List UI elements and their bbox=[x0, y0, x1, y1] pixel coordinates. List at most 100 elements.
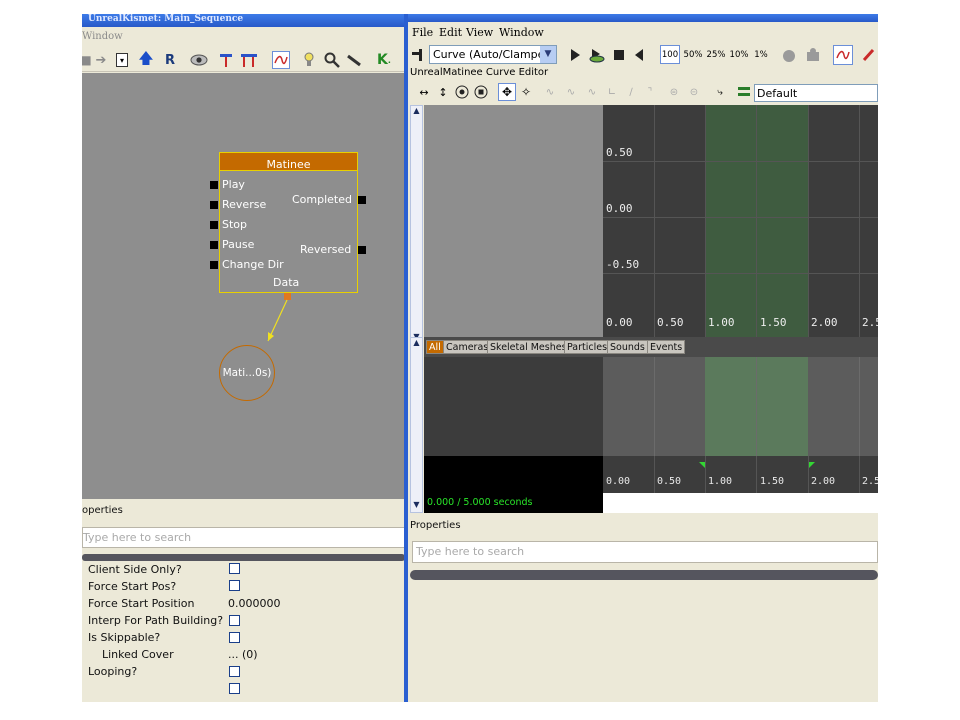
scroll-up-icon[interactable]: ▲ bbox=[411, 106, 422, 118]
reverse-icon[interactable] bbox=[632, 47, 646, 63]
parent-sequence-icon[interactable]: 🡅 bbox=[138, 49, 154, 68]
tab-cameras[interactable]: Cameras bbox=[443, 340, 492, 354]
x-tick-label: 0.50 bbox=[657, 316, 684, 329]
tangent-constant-icon[interactable]: ⌝ bbox=[642, 84, 658, 100]
timeline-ruler[interactable] bbox=[603, 456, 878, 493]
checkbox-force-start-pos[interactable] bbox=[229, 580, 240, 591]
straighten-tangents-icon[interactable]: ⊝ bbox=[686, 84, 702, 100]
curve-label-panel[interactable] bbox=[424, 105, 603, 345]
hide-connectors-icon[interactable] bbox=[218, 52, 234, 68]
play-icon[interactable] bbox=[568, 47, 582, 63]
kismet-canvas[interactable]: Matinee Play Reverse Stop Pause Change D… bbox=[82, 73, 405, 499]
y-tick-label: -0.50 bbox=[606, 258, 640, 271]
kismet-window: UnrealKismet: Main_Sequence Window ■ ➔ ▾… bbox=[82, 14, 405, 702]
arrow-right-icon[interactable]: ➔ bbox=[94, 52, 108, 68]
tab-sounds[interactable]: Sounds bbox=[607, 340, 648, 354]
zoom-icon[interactable] bbox=[324, 52, 340, 68]
matinee-properties-search[interactable]: Type here to search bbox=[412, 541, 878, 563]
search-tool-icon[interactable] bbox=[346, 52, 362, 68]
snap-icon[interactable] bbox=[780, 46, 798, 64]
checkbox-interp-for-path-building[interactable] bbox=[229, 615, 240, 626]
timeline-tick-label: 2.50 bbox=[862, 476, 878, 487]
menu-view[interactable]: View bbox=[466, 26, 493, 39]
speed-1-button[interactable]: 1% bbox=[751, 45, 771, 64]
show-connectors-icon[interactable] bbox=[240, 52, 258, 68]
matinee-data-variable[interactable]: Mati...0s) bbox=[219, 345, 275, 401]
curve-scrollbar[interactable]: ▲ ▼ bbox=[410, 105, 423, 345]
time-readout-panel: 0.000 / 5.000 seconds bbox=[424, 456, 603, 513]
tangent-linear-icon[interactable]: ∕ bbox=[623, 84, 639, 100]
preset-icon[interactable] bbox=[736, 84, 752, 100]
play-loop-icon[interactable] bbox=[588, 46, 606, 64]
tab-particles[interactable]: Particles bbox=[564, 340, 611, 354]
timeline-scroll-area[interactable] bbox=[603, 493, 878, 513]
flatten-tangents-icon[interactable]: ⊜ bbox=[666, 84, 682, 100]
curve-editor-icon[interactable] bbox=[272, 51, 290, 69]
fit-vertical-icon[interactable]: ↕ bbox=[435, 84, 451, 100]
menu-window[interactable]: Window bbox=[499, 26, 544, 39]
loop-end-marker[interactable] bbox=[808, 462, 816, 470]
prop-value-linked-cover[interactable]: ... (0) bbox=[228, 648, 258, 661]
speed-100-button[interactable]: 100 bbox=[660, 45, 680, 64]
menu-file[interactable]: File bbox=[412, 26, 433, 39]
tab-all[interactable]: All bbox=[426, 340, 444, 354]
checkbox-looping[interactable] bbox=[229, 666, 240, 677]
stop-icon[interactable] bbox=[612, 47, 626, 63]
curve-mode-select[interactable]: Curve (Auto/Clampec ▼ bbox=[429, 45, 557, 64]
preset-select[interactable]: Default bbox=[754, 84, 878, 102]
v-grid-150 bbox=[756, 105, 757, 345]
speed-10-button[interactable]: 10% bbox=[728, 45, 750, 64]
matinee-window: File Edit View Window Curve (Auto/Clampe… bbox=[408, 14, 878, 702]
track-scrollbar[interactable]: ▲ ▼ bbox=[410, 337, 423, 513]
track-timeline[interactable] bbox=[603, 357, 878, 456]
tangent-user-icon[interactable]: ∿ bbox=[584, 84, 600, 100]
curve-mode-value: Curve (Auto/Clampec bbox=[433, 48, 551, 61]
fit-selected-icon[interactable] bbox=[473, 84, 489, 100]
chevron-down-icon[interactable]: ▼ bbox=[540, 46, 556, 63]
speed-50-button[interactable]: 50% bbox=[682, 45, 704, 64]
fit-horizontal-icon[interactable]: ↔ bbox=[416, 84, 432, 100]
time-readout: 0.000 / 5.000 seconds bbox=[427, 497, 533, 508]
timeline-tick-label: 1.00 bbox=[708, 476, 733, 487]
pan-mode-icon[interactable]: ✥ bbox=[498, 83, 516, 101]
v-grid-200 bbox=[808, 105, 809, 345]
timeline-grid-250 bbox=[859, 357, 860, 456]
track-list[interactable] bbox=[424, 357, 603, 456]
prop-label-looping: Looping? bbox=[88, 665, 138, 678]
speed-25-button[interactable]: 25% bbox=[705, 45, 727, 64]
show-all-tangents-icon[interactable]: ⤷ bbox=[712, 84, 728, 100]
dropdown-icon[interactable]: ▾ bbox=[116, 53, 128, 67]
tangent-auto-icon[interactable]: ∿ bbox=[542, 84, 558, 100]
scroll-down-icon[interactable]: ▼ bbox=[411, 500, 422, 512]
prop-value-force-start-position[interactable]: 0.000000 bbox=[228, 597, 281, 610]
checkbox-client-side-only[interactable] bbox=[229, 563, 240, 574]
matinee-toolbar: Curve (Auto/Clampec ▼ 100 50% 25% 10% 1% bbox=[408, 43, 878, 67]
lightbulb-icon[interactable] bbox=[302, 52, 316, 68]
toggle-curve-editor-icon[interactable] bbox=[833, 45, 853, 65]
checkbox-is-skippable[interactable] bbox=[229, 632, 240, 643]
prop-label-force-start-position: Force Start Position bbox=[88, 597, 195, 610]
camera-icon[interactable] bbox=[804, 46, 822, 64]
kismet-properties-search[interactable]: Type here to search bbox=[82, 527, 405, 548]
kismet-menu-window[interactable]: Window bbox=[82, 31, 123, 42]
fit-all-icon[interactable] bbox=[454, 84, 470, 100]
checkbox-partial[interactable] bbox=[229, 683, 240, 694]
add-key-icon[interactable] bbox=[410, 47, 426, 63]
arrow-left-icon[interactable]: ■ bbox=[82, 52, 92, 68]
gore-icon[interactable] bbox=[860, 46, 878, 64]
curve-editor-title: UnrealMatinee Curve Editor bbox=[410, 67, 549, 78]
scroll-up-icon[interactable]: ▲ bbox=[411, 338, 422, 350]
eye-icon[interactable] bbox=[190, 52, 208, 68]
rename-icon[interactable]: R bbox=[162, 52, 178, 68]
curve-graph[interactable] bbox=[603, 105, 878, 345]
menu-edit[interactable]: Edit bbox=[439, 26, 462, 39]
matinee-properties-header: Properties bbox=[410, 520, 461, 531]
data-link-line bbox=[267, 299, 288, 342]
tab-events[interactable]: Events bbox=[647, 340, 686, 354]
tangent-break-icon[interactable]: ∟ bbox=[604, 84, 620, 100]
ruler-grid bbox=[808, 456, 809, 493]
tab-skeletal-meshes[interactable]: Skeletal Meshes bbox=[487, 340, 570, 354]
tangent-auto-clamped-icon[interactable]: ∿ bbox=[563, 84, 579, 100]
kismet-k-icon[interactable]: K. bbox=[376, 52, 392, 68]
zoom-mode-icon[interactable]: ✧ bbox=[518, 84, 534, 100]
